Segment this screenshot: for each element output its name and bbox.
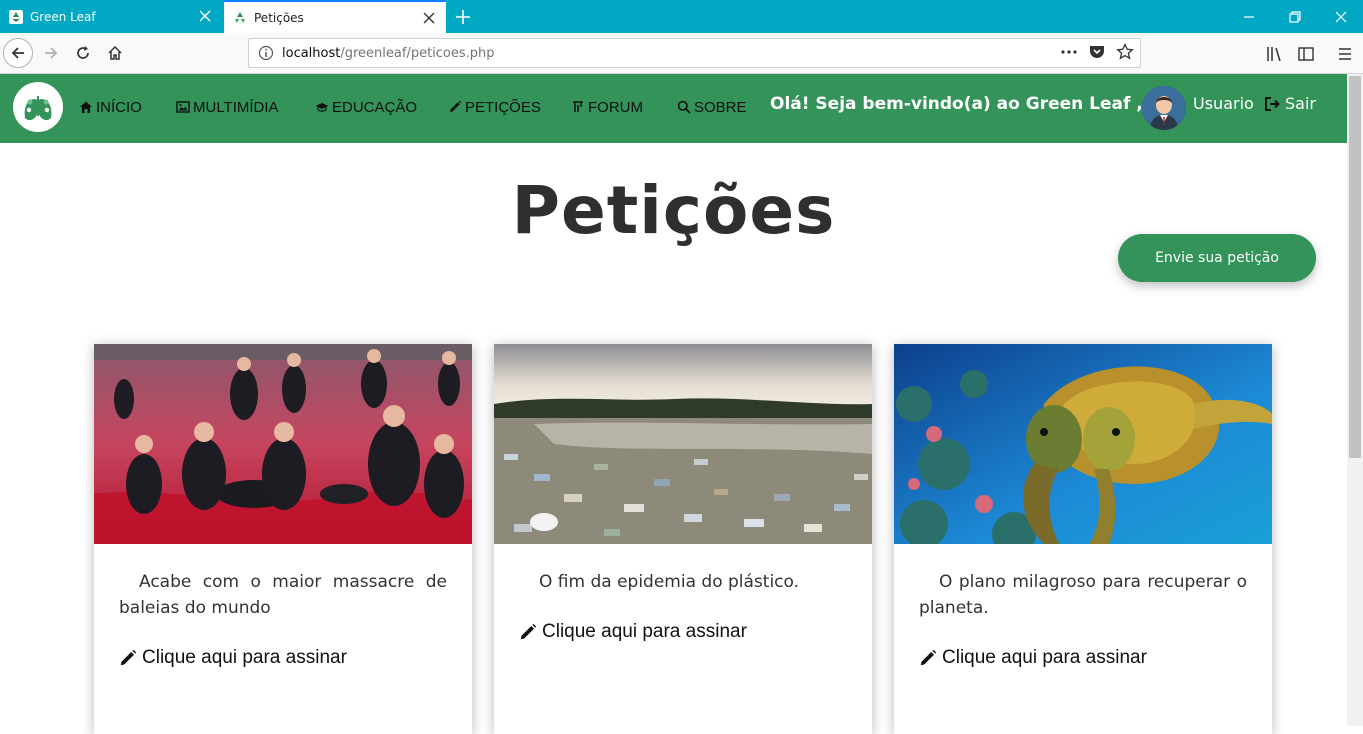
petition-card: Acabe com o maior massacre de baleias do… (94, 344, 472, 734)
logout-label: Sair (1285, 94, 1316, 113)
petition-text: Acabe com o maior massacre de baleias do… (119, 572, 447, 618)
url-actions (1060, 43, 1134, 61)
back-button[interactable] (3, 38, 33, 68)
reload-button[interactable] (68, 38, 98, 68)
image-icon (176, 101, 190, 113)
nav-label: SOBRE (694, 98, 747, 116)
nav-label: EDUCAÇÃO (332, 98, 418, 116)
bookmark-star-icon[interactable] (1116, 43, 1134, 61)
nav-label: FORUM (588, 98, 643, 116)
sea-turtles-photo[interactable] (894, 344, 1272, 544)
avatar[interactable] (1142, 86, 1186, 130)
plastic-pollution-photo[interactable] (494, 344, 872, 544)
minimize-icon[interactable] (1240, 8, 1258, 26)
logout-link[interactable]: Sair (1263, 94, 1316, 113)
nav-inicio[interactable]: INÍCIO (79, 96, 142, 118)
browser-tabstrip: Green Leaf Petições (0, 0, 1363, 33)
url-host: localhost (282, 45, 341, 61)
library-icon[interactable] (1266, 45, 1284, 63)
nav-label: PETIÇÕES (465, 98, 541, 116)
nav-peticoes[interactable]: PETIÇÕES (448, 96, 541, 118)
petition-text: O plano milagroso para recuperar o plane… (919, 572, 1247, 618)
close-tab-icon[interactable] (422, 11, 436, 25)
plastic-pollution-image (494, 344, 872, 544)
pencil-icon (520, 623, 537, 639)
username: Usuario (1193, 94, 1254, 113)
arrow-left-icon (11, 47, 24, 59)
whale-hunt-photo[interactable] (94, 344, 472, 544)
sign-label: Clique aqui para assinar (542, 621, 747, 642)
nav-sobre[interactable]: SOBRE (677, 96, 747, 118)
user-avatar-icon (1142, 86, 1186, 130)
nav-educacao[interactable]: EDUCAÇÃO (315, 96, 417, 118)
tree-lungs-logo-icon (24, 96, 52, 121)
welcome-message: Olá! Seja bem-vindo(a) ao Green Leaf , (770, 94, 1143, 114)
browser-toolbar: localhost/greenleaf/peticoes.php (0, 33, 1363, 74)
home-icon (80, 101, 92, 113)
close-window-icon[interactable] (1332, 8, 1350, 26)
site-header: INÍCIO MULTIMÍDIA EDUCAÇÃO PETIÇÕES FORU… (0, 74, 1347, 143)
new-tab-icon[interactable] (452, 6, 474, 28)
close-tab-icon[interactable] (198, 9, 212, 23)
more-actions-icon[interactable] (1060, 43, 1078, 61)
restore-icon[interactable] (1286, 8, 1304, 26)
info-icon[interactable] (258, 45, 274, 61)
tab-peticoes[interactable]: Petições (224, 0, 446, 33)
reload-icon (77, 46, 89, 59)
url-bar[interactable]: localhost/greenleaf/peticoes.php (248, 38, 1141, 68)
pencil-icon (450, 100, 462, 112)
tab-title: Petições (254, 10, 304, 25)
home-icon (108, 45, 122, 60)
whale-hunt-image (94, 344, 472, 544)
sign-link[interactable]: Clique aqui para assinar (118, 647, 347, 669)
pencil-icon (920, 649, 937, 665)
home-button[interactable] (100, 38, 130, 68)
tab-green-leaf[interactable]: Green Leaf (0, 0, 222, 33)
nav-multimidia[interactable]: MULTIMÍDIA (176, 96, 279, 118)
sign-label: Clique aqui para assinar (142, 647, 347, 668)
sea-turtles-image (894, 344, 1272, 544)
petition-text: O fim da epidemia do plástico. (539, 572, 800, 592)
sidebar-icon[interactable] (1297, 45, 1315, 63)
url-path: /greenleaf/peticoes.php (340, 45, 495, 61)
sign-label: Clique aqui para assinar (942, 647, 1147, 668)
forward-button[interactable] (36, 38, 66, 68)
recycle-favicon-icon (235, 11, 245, 23)
forum-icon (573, 101, 583, 112)
arrow-right-icon (45, 47, 58, 59)
nav-label: MULTIMÍDIA (193, 98, 279, 116)
green-leaf-logo[interactable] (13, 82, 63, 132)
pocket-icon[interactable] (1088, 43, 1106, 61)
petition-card: O plano milagroso para recuperar o plane… (894, 344, 1272, 734)
send-petition-button[interactable]: Envie sua petição (1118, 234, 1316, 282)
tab-title: Green Leaf (30, 9, 96, 24)
petition-card: O fim da epidemia do plástico. Clique aq… (494, 344, 872, 734)
graduation-cap-icon (315, 103, 329, 112)
nav-forum[interactable]: FORUM (571, 96, 643, 118)
pencil-icon (120, 649, 137, 665)
scrollbar-thumb[interactable] (1349, 76, 1361, 458)
recycle-favicon-icon (9, 9, 23, 24)
sign-link[interactable]: Clique aqui para assinar (518, 621, 747, 643)
sign-link[interactable]: Clique aqui para assinar (918, 647, 1147, 669)
sign-out-icon (1265, 96, 1280, 111)
search-icon (677, 100, 691, 114)
nav-label: INÍCIO (96, 98, 142, 116)
hamburger-menu-icon[interactable] (1336, 45, 1354, 63)
